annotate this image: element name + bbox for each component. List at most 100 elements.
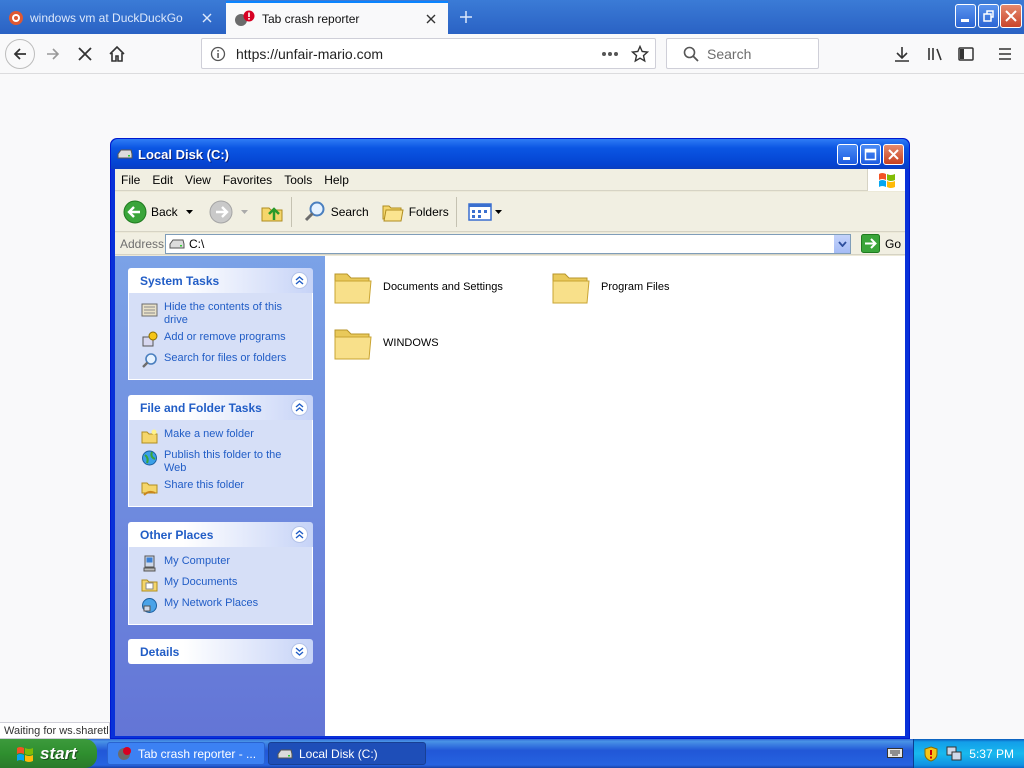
place-my-computer[interactable]: My Computer (141, 555, 304, 572)
other-places-panel: Other Places My Computer My Documents My… (128, 522, 313, 625)
menu-edit[interactable]: Edit (146, 173, 179, 187)
sidebar-icon[interactable] (951, 39, 981, 69)
views-icon (467, 202, 494, 222)
panel-header[interactable]: Details (128, 639, 313, 664)
status-tooltip: Waiting for ws.sharetl (0, 722, 110, 739)
panel-header[interactable]: File and Folder Tasks (128, 395, 313, 420)
search-bar[interactable]: Search (666, 38, 819, 69)
place-my-documents[interactable]: My Documents (141, 576, 304, 593)
task-pane: System Tasks Hide the contents of this d… (115, 256, 325, 736)
my-computer-icon (141, 555, 158, 572)
search-icon (683, 46, 699, 62)
network-icon[interactable] (946, 746, 962, 762)
close-window-button[interactable] (1000, 4, 1022, 28)
url-bar[interactable]: https://unfair-mario.com (201, 38, 656, 69)
taskbar: start Tab crash reporter - ... Local Dis… (0, 739, 1024, 768)
menu-hamburger-icon[interactable] (990, 39, 1020, 69)
address-label: Address (120, 236, 165, 251)
new-tab-icon[interactable] (454, 6, 478, 28)
url-text: https://unfair-mario.com (236, 45, 384, 62)
folders-icon (381, 200, 405, 224)
file-folder-tasks-panel: File and Folder Tasks Make a new folder … (128, 395, 313, 507)
collapse-chevron-icon[interactable] (291, 272, 308, 289)
tab-duckduckgo[interactable]: windows vm at DuckDuckGo (0, 1, 224, 34)
stop-loading-icon[interactable] (70, 39, 100, 69)
home-icon[interactable] (102, 39, 132, 69)
folder-documents-and-settings[interactable]: Documents and Settings (333, 268, 503, 306)
tab-crash-reporter[interactable]: Tab crash reporter (226, 1, 448, 34)
folder-program-files[interactable]: Program Files (551, 268, 669, 306)
minimize-button[interactable] (955, 4, 976, 28)
task-share-folder[interactable]: Share this folder (141, 479, 304, 496)
menu-tools[interactable]: Tools (278, 173, 318, 187)
info-icon[interactable] (210, 46, 226, 62)
menu-help[interactable]: Help (318, 173, 355, 187)
address-value: C:\ (189, 236, 205, 251)
address-field[interactable]: C:\ (165, 233, 851, 254)
back-button[interactable]: Back (115, 195, 197, 229)
keyboard-icon[interactable] (887, 747, 903, 759)
start-button[interactable]: start (0, 739, 97, 768)
minimize-button[interactable] (837, 144, 858, 165)
close-tab-icon[interactable] (198, 9, 216, 27)
forward-button[interactable] (201, 195, 252, 229)
clock: 5:37 PM (969, 746, 1014, 761)
publish-web-icon (141, 449, 158, 466)
duckduckgo-favicon-icon (8, 10, 24, 26)
menu-file[interactable]: File (115, 173, 146, 187)
restore-button[interactable] (978, 4, 999, 28)
crash-favicon-icon (234, 10, 256, 28)
task-publish-web[interactable]: Publish this folder to the Web (141, 449, 304, 475)
forward-arrow-icon[interactable] (38, 39, 68, 69)
menu-favorites[interactable]: Favorites (217, 173, 278, 187)
taskbar-button-local-disk[interactable]: Local Disk (C:) (268, 742, 426, 765)
bookmark-star-icon[interactable] (631, 44, 649, 63)
firefox-crash-icon (116, 746, 132, 762)
library-icon[interactable] (920, 39, 950, 69)
search-files-icon (141, 352, 158, 369)
menu-view[interactable]: View (179, 173, 217, 187)
browser-tab-strip: windows vm at DuckDuckGo Tab crash repor… (0, 0, 1024, 34)
task-add-remove[interactable]: Add or remove programs (141, 331, 304, 348)
tab-title: windows vm at DuckDuckGo (30, 10, 183, 25)
drive-icon (169, 238, 185, 250)
maximize-button[interactable] (860, 144, 881, 165)
folder-icon (551, 268, 591, 306)
share-folder-icon (141, 479, 158, 496)
address-dropdown-icon[interactable] (833, 234, 850, 253)
task-search-files[interactable]: Search for files or folders (141, 352, 304, 369)
place-my-network[interactable]: My Network Places (141, 597, 304, 614)
menu-bar: File Edit View Favorites Tools Help (115, 169, 905, 191)
views-button[interactable] (460, 195, 506, 229)
task-new-folder[interactable]: Make a new folder (141, 428, 304, 445)
forward-arrow-icon (209, 200, 233, 224)
folder-windows[interactable]: WINDOWS (333, 324, 439, 362)
toolbar-separator (290, 196, 292, 227)
up-folder-button[interactable] (252, 195, 288, 229)
panel-body: Hide the contents of this drive Add or r… (128, 293, 313, 380)
page-actions-icon[interactable] (601, 51, 619, 57)
window-body: File Edit View Favorites Tools Help Back (115, 169, 905, 736)
panel-body: Make a new folder Publish this folder to… (128, 420, 313, 507)
navigation-toolbar: https://unfair-mario.com Search (0, 34, 1024, 74)
security-shield-icon[interactable] (924, 745, 938, 762)
search-button[interactable]: Search (295, 195, 373, 229)
expand-chevron-icon[interactable] (291, 643, 308, 660)
task-hide-drive[interactable]: Hide the contents of this drive (141, 301, 304, 327)
folder-icon (333, 268, 373, 306)
collapse-chevron-icon[interactable] (291, 399, 308, 416)
taskbar-button-tab-crash-reporter[interactable]: Tab crash reporter - ... (107, 742, 265, 765)
collapse-chevron-icon[interactable] (291, 526, 308, 543)
add-remove-programs-icon (141, 331, 158, 348)
back-arrow-icon[interactable] (5, 39, 35, 69)
close-button[interactable] (883, 144, 904, 165)
close-tab-icon[interactable] (422, 10, 440, 28)
downloads-icon[interactable] (887, 39, 917, 69)
system-tasks-panel: System Tasks Hide the contents of this d… (128, 268, 313, 380)
back-arrow-icon (123, 200, 147, 224)
go-button[interactable]: Go (856, 234, 901, 253)
panel-header[interactable]: Other Places (128, 522, 313, 547)
panel-header[interactable]: System Tasks (128, 268, 313, 293)
window-titlebar[interactable]: Local Disk (C:) (111, 139, 909, 169)
folders-button[interactable]: Folders (373, 195, 453, 229)
